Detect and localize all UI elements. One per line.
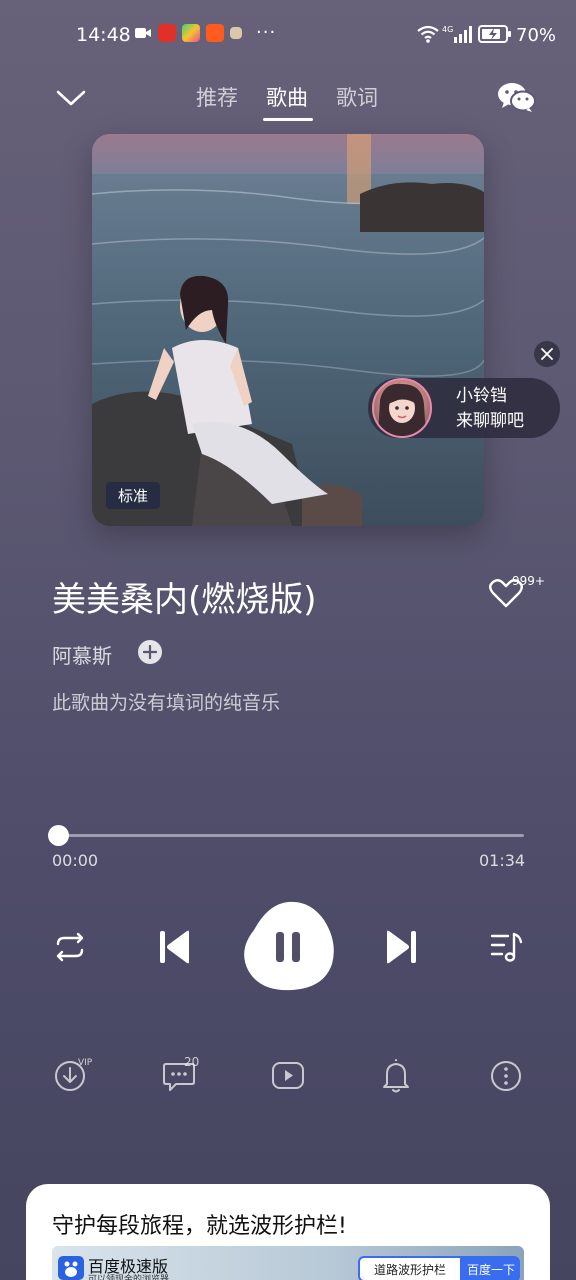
progress-track[interactable] [58,834,524,837]
more-vertical-icon [491,1061,521,1091]
follow-artist-button[interactable] [138,640,162,664]
pause-icon [244,901,334,991]
skip-next-icon [387,930,416,964]
pause-button[interactable] [240,898,336,994]
wifi-icon [417,25,439,43]
tab-lyrics[interactable]: 歌词 [336,82,378,112]
ad-title[interactable]: 守护每段旅程，就选波形护栏! [52,1208,347,1240]
total-time: 01:34 [479,851,526,870]
lyrics-note: 此歌曲为没有填词的纯音乐 [52,692,281,714]
playlist-button[interactable] [484,925,528,969]
artist-name[interactable]: 阿慕斯 [52,640,112,669]
tab-recommend[interactable]: 推荐 [196,82,238,112]
video-play-icon [272,1062,304,1089]
small-app-icon [230,27,242,39]
quality-badge[interactable]: 标准 [106,482,161,509]
taobao-app-icon [206,24,224,42]
video-button[interactable] [268,1056,308,1096]
huawei-app-icon [158,24,176,42]
chat-text[interactable]: 小铃铛 来聊聊吧 [456,384,524,434]
vip-badge: VIP [78,1058,93,1068]
wechat-share-icon[interactable] [496,80,536,114]
next-track-button[interactable] [380,925,424,969]
album-cover[interactable]: 标准 [92,134,484,526]
battery-icon [478,25,511,43]
like-count: 999+ [512,574,545,588]
avatar-portrait-icon [378,383,426,436]
comment-count: 20 [184,1055,200,1069]
more-options-button[interactable] [486,1056,526,1096]
ad-search-box[interactable]: 道路波形护栏 [358,1256,462,1280]
playlist-icon [490,932,523,962]
plus-icon [143,645,157,659]
previous-track-button[interactable] [152,925,196,969]
song-title: 美美桑内(燃烧版) [52,580,317,620]
ringtone-button[interactable] [376,1056,416,1096]
status-time: 14:48 [76,24,131,46]
album-cover-image [92,134,484,526]
chat-close-button[interactable] [534,341,560,367]
ad-brand-sub: 可以领现金的浏览器 [88,1275,170,1280]
baidu-logo-icon [58,1256,84,1280]
network-label: 4G [442,25,453,34]
current-time: 00:00 [52,851,99,870]
status-app-icons [134,24,242,42]
close-icon [541,348,553,360]
active-tab-indicator [263,118,313,121]
chat-avatar[interactable] [372,378,432,438]
progress-thumb[interactable] [48,825,69,846]
status-more-indicator: ··· [256,22,277,43]
header-tabs: 推荐 歌曲 歌词 [0,82,576,122]
skip-previous-icon [160,930,189,964]
bell-icon [383,1059,409,1093]
colorful-app-icon [182,24,200,42]
signal-icon: 4G [442,25,472,43]
download-button[interactable]: VIP [52,1056,92,1096]
chat-line-2: 来聊聊吧 [456,411,524,431]
repeat-mode-button[interactable] [48,925,92,969]
video-icon [134,24,152,42]
battery-percent: 70% [516,25,557,46]
repeat-icon [56,932,84,962]
chat-line-1: 小铃铛 [456,386,507,406]
ad-search-button[interactable]: 百度一下 [462,1256,520,1280]
tab-song[interactable]: 歌曲 [266,82,308,112]
